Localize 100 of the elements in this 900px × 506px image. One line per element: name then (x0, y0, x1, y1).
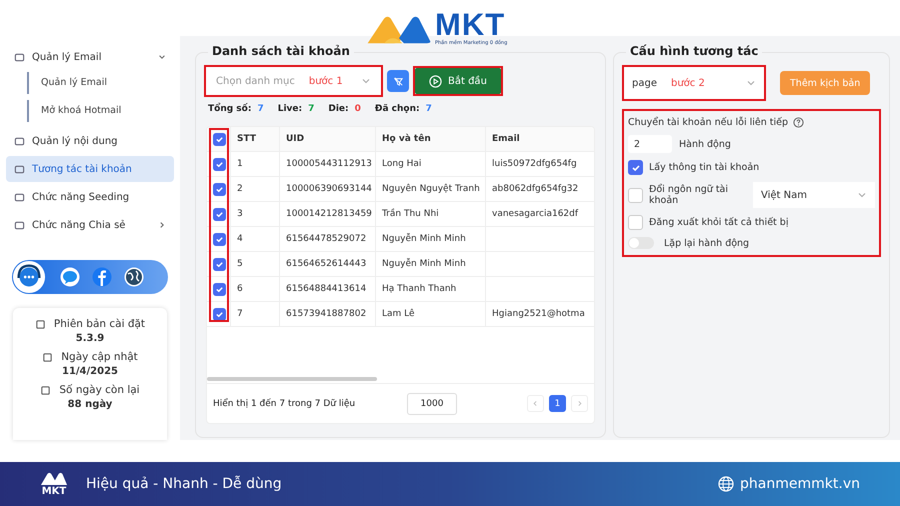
column-header: Email (491, 133, 521, 146)
check-icon (215, 234, 224, 244)
info-label: Số ngày còn lại (59, 384, 140, 396)
table-cell: 100005443112913 (286, 159, 372, 169)
stat-label: Đã chọn: (374, 104, 420, 114)
stat-value: 7 (257, 104, 264, 114)
filter-off-icon (392, 76, 404, 86)
table-cell: 4 (237, 234, 243, 244)
option-label: Đăng xuất khỏi tất cả thiết bị (649, 217, 788, 228)
option-label: Lặp lại hành động (664, 238, 750, 248)
help-icon[interactable] (793, 117, 804, 128)
row-checkbox[interactable] (213, 182, 226, 196)
table-cell: Trần Thu Nhi (382, 209, 439, 219)
footer-slogan: Hiệu quả - Nhanh - Dễ dùng (86, 476, 282, 492)
table-cell: 1 (237, 159, 243, 169)
footer-logo-icon (40, 471, 68, 486)
table-cell: vanesagarcia162df (492, 209, 578, 219)
sidebar-item[interactable]: Chức năng Chia sẻ (6, 212, 174, 238)
step-annotation: bước 2 (670, 78, 706, 88)
globe-icon[interactable] (124, 267, 144, 287)
scrollbar-thumb[interactable] (207, 377, 377, 381)
sidebar-subitem[interactable]: Quản lý Email (27, 72, 174, 94)
chevron-right-icon (576, 400, 583, 407)
menu-item-icon (14, 164, 25, 174)
info-value: 5.3.9 (76, 333, 104, 344)
check-icon (215, 184, 224, 194)
row-checkbox[interactable] (213, 282, 226, 296)
select-all-checkbox[interactable] (213, 132, 226, 146)
table-cell: Hạ Thanh Thanh (382, 284, 456, 294)
row-checkbox[interactable] (213, 308, 226, 320)
option-checkbox[interactable] (628, 188, 643, 202)
info-icon (40, 384, 52, 396)
toggle-switch[interactable] (628, 237, 654, 249)
stat-value: 0 (354, 104, 361, 114)
footer-website: phanmemmkt.vn (740, 476, 860, 492)
logo-text: MKT (435, 10, 506, 40)
check-icon (630, 162, 640, 172)
facebook-icon[interactable] (92, 267, 112, 287)
count-unit: Hành động (679, 138, 731, 150)
option-label: Đổi ngôn ngữ tài khoản (649, 184, 730, 206)
table-cell: ab8062dfg654fg32 (492, 184, 578, 194)
table-cell: 100006390693144 (286, 184, 372, 194)
option-checkbox[interactable] (628, 160, 643, 175)
stat-value: 7 (308, 104, 314, 114)
check-icon (215, 260, 224, 268)
check-icon (215, 210, 224, 218)
category-select[interactable]: Chọn danh mục bước 1 (206, 67, 381, 95)
play-circle-icon (429, 74, 442, 88)
panel-title: Cấu hình tương tác (626, 44, 762, 58)
page-button[interactable]: 1 (549, 395, 566, 412)
row-checkbox[interactable] (213, 208, 226, 220)
menu-item-icon (14, 52, 25, 62)
table-cell: Nguyễn Minh Minh (382, 259, 466, 269)
menu-item-icon (14, 192, 25, 202)
check-icon (215, 134, 224, 144)
chevron-left-icon (532, 400, 539, 407)
footer-logo: MKT (40, 471, 68, 497)
scenario-select[interactable]: page bước 2 (624, 67, 764, 99)
stat-value: 7 (426, 104, 432, 114)
column-header: STT (231, 127, 280, 151)
table-cell: Nguyễn Minh Minh (382, 234, 466, 244)
filter-off-button[interactable] (387, 70, 409, 92)
check-icon (215, 310, 224, 318)
table-cell: 3 (237, 209, 243, 219)
row-checkbox[interactable] (213, 232, 226, 246)
sidebar-item[interactable]: Quản lý Email (6, 44, 174, 70)
table-cell: Long Hai (382, 159, 422, 169)
table-cell: 100014212813459 (286, 209, 372, 219)
option-checkbox[interactable] (628, 215, 643, 230)
globe-icon (718, 476, 734, 492)
info-label: Ngày cập nhật (61, 351, 138, 363)
column-header: UID (280, 127, 376, 151)
table-cell: 61573941887802 (286, 309, 366, 319)
page-size-field[interactable]: 1000 (407, 392, 457, 414)
panel-title: Danh sách tài khoản (208, 44, 354, 58)
table-cell: 61564884413614 (286, 284, 366, 294)
info-label: Phiên bản cài đặt (54, 318, 146, 330)
row-checkbox[interactable] (213, 258, 226, 270)
row-checkbox[interactable] (213, 158, 226, 170)
pagination-summary: Hiển thị 1 đến 7 trong 7 Dữ liệu (213, 398, 356, 408)
menu-item-icon (14, 136, 25, 146)
sidebar-subitem[interactable]: Mở khoá Hotmail (27, 100, 174, 122)
support-headset-icon[interactable] (12, 260, 46, 294)
count-field[interactable]: 2 (628, 135, 672, 153)
table-cell: 61564652614443 (286, 259, 366, 269)
chat-bubble-icon[interactable] (60, 267, 80, 287)
language-select[interactable]: Việt Nam (753, 182, 875, 208)
table-cell: Hgiang2521@hotma (492, 309, 585, 319)
table-cell: luis50972dfg654fg (492, 159, 577, 169)
sidebar-item[interactable]: Tương tác tài khoản (6, 156, 174, 182)
start-button[interactable]: Bắt đầu (415, 68, 501, 94)
table-cell: Nguyên Nguyệt Tranh (382, 184, 480, 194)
stat-label: Live: (278, 104, 302, 114)
stat-label: Die: (328, 104, 349, 114)
info-icon (42, 352, 54, 362)
check-icon (215, 284, 224, 294)
sidebar-item[interactable]: Chức năng Seeding (6, 184, 174, 210)
sidebar-item[interactable]: Quản lý nội dung (6, 128, 174, 154)
caret-icon (746, 78, 756, 88)
info-value: 88 ngày (68, 399, 112, 410)
